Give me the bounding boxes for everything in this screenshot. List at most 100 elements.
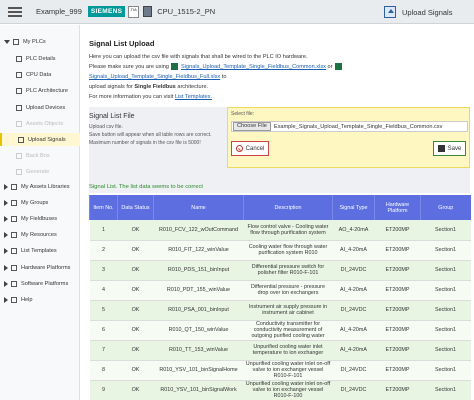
intro-line-2: Please make sure you are using Signals_U… [89, 62, 469, 82]
details-icon [16, 55, 22, 62]
table-cell: OK [117, 240, 154, 261]
table-row: 1 OK R010_FCV_122_wOutCommand Flow control … [89, 220, 471, 241]
sidebar-item-my-plcs[interactable]: My PLCs [0, 35, 80, 48]
file-input[interactable]: Choose File Example_Signals_Upload_Templ… [231, 121, 468, 132]
table-cell: 2 [89, 240, 118, 261]
table-cell: AO_4-20mA [332, 220, 375, 241]
file-panel-title: Signal List File [89, 113, 135, 120]
column-header[interactable]: Data Status [117, 195, 154, 220]
sidebar-item-plc-details[interactable]: PLC Details [0, 52, 80, 65]
sidebar-item-label: My PLCs [23, 38, 46, 45]
cpu-name[interactable]: CPU_1515-2_PN [157, 7, 215, 16]
table-cell: Differential pressure switch for polishe… [243, 260, 333, 281]
sidebar-item-cpu-data[interactable]: CPU Data [0, 68, 80, 81]
table-cell: OK [117, 300, 154, 321]
table-header-row: Item No. Data Status Name Description Signal… [89, 195, 471, 220]
cancel-icon [235, 145, 243, 152]
chevron-right-icon [4, 183, 8, 190]
template-common-link[interactable]: Signals_Upload_Template_Single_Fieldbus_… [181, 64, 326, 70]
table-cell: DI_24VDC [332, 380, 375, 400]
project-name[interactable]: Example_999 [36, 7, 82, 16]
table-row: 2 OK R010_FIT_122_winValue Cooling water fl… [89, 240, 471, 261]
selected-file-name: Example_Signals_Upload_Template_Single_F… [273, 123, 443, 130]
software-icon [11, 280, 17, 287]
sidebar-item-software-platforms[interactable]: Software Platforms [0, 277, 80, 290]
table-cell: Unpurified cooling water inlet on-off va… [243, 380, 333, 400]
sidebar: My PLCs PLC Details CPU Data PLC Architectu… [0, 25, 80, 400]
sidebar-item-label: Assets Objects [26, 120, 64, 127]
table-cell: OK [117, 280, 154, 301]
plc-icon [13, 38, 19, 45]
cpu-icon [16, 71, 22, 78]
table-cell: Unpurified cooling water inlet on-off va… [243, 360, 333, 381]
sidebar-item-my-groups[interactable]: My Groups [0, 196, 80, 209]
table-cell: OK [117, 340, 154, 361]
hardware-icon [11, 264, 17, 271]
table-cell: R010_QT_150_winValue [153, 320, 244, 341]
file-panel: Signal List File Upload csv file. Save b… [89, 107, 470, 193]
sidebar-item-plc-architecture[interactable]: PLC Architecture [0, 84, 80, 97]
chevron-right-icon [4, 296, 8, 303]
table-row: 5 OK R010_PSA_001_binInput Instrument air s… [89, 300, 471, 321]
sidebar-item-upload-signals[interactable]: Upload Signals [0, 133, 80, 146]
sidebar-item-back-box: Back Box [0, 149, 80, 162]
table-cell: ET200MP [374, 260, 421, 281]
table-cell: Section1 [420, 220, 471, 241]
table-cell: Conductivity transmitter for conductivit… [243, 320, 333, 341]
intro-line-4: For more information you can visit List … [89, 92, 469, 102]
table-cell: Section1 [420, 300, 471, 321]
column-header[interactable]: Name [153, 195, 244, 220]
sidebar-item-list-templates[interactable]: List Templates [0, 244, 80, 257]
column-header[interactable]: Hardware Platform [374, 195, 421, 220]
architecture-icon [16, 87, 22, 94]
siemens-logo: SIEMENS [87, 6, 126, 17]
sidebar-item-my-assets-libraries[interactable]: My Assets Libraries [0, 180, 80, 193]
table-cell: ET200MP [374, 280, 421, 301]
sidebar-item-help[interactable]: Help [0, 293, 80, 306]
column-header[interactable]: Item No. [89, 195, 118, 220]
sidebar-item-hardware-platforms[interactable]: Hardware Platforms [0, 261, 80, 274]
desc-line: Upload csv file. [89, 124, 123, 130]
chevron-right-icon [4, 247, 8, 254]
column-header[interactable]: Description [243, 195, 333, 220]
table-cell: OK [117, 260, 154, 281]
sidebar-item-label: My Fieldbuses [21, 215, 58, 222]
resources-icon [11, 231, 17, 238]
save-button[interactable]: Save [433, 141, 466, 156]
table-cell: Section1 [420, 280, 471, 301]
chevron-right-icon [4, 280, 8, 287]
sidebar-item-label: My Groups [21, 199, 49, 206]
sidebar-item-label: My Resources [21, 231, 57, 238]
table-cell: 1 [89, 220, 118, 241]
table-cell: ET200MP [374, 220, 421, 241]
objects-icon [16, 120, 22, 127]
library-icon [11, 183, 17, 190]
column-header[interactable]: Signal Type [332, 195, 375, 220]
template-full-link[interactable]: Signals_Upload_Template_Single_Fieldbus_… [89, 74, 220, 80]
chevron-right-icon [4, 215, 8, 222]
sidebar-item-my-fieldbuses[interactable]: My Fieldbuses [0, 212, 80, 225]
table-row: 3 OK R010_PDS_151_binInput Differential pre… [89, 260, 471, 281]
table-cell: ET200MP [374, 320, 421, 341]
table-cell: ET200MP [374, 300, 421, 321]
table-cell: 9 [89, 380, 118, 400]
table-cell: 5 [89, 300, 118, 321]
sidebar-item-label: Software Platforms [21, 280, 69, 287]
upload-signals-icon [18, 136, 24, 143]
table-cell: AI_4-20mA [332, 340, 375, 361]
table-cell: Section1 [420, 240, 471, 261]
sidebar-item-upload-devices[interactable]: Upload Devices [0, 101, 80, 114]
list-templates-link[interactable]: List Templates. [175, 94, 212, 100]
column-header[interactable]: Group [420, 195, 471, 220]
desc-line: Maximum number of signals in the csv fil… [89, 140, 201, 146]
chevron-right-icon [4, 199, 8, 206]
menu-icon[interactable] [8, 6, 22, 17]
choose-file-button[interactable]: Choose File [233, 122, 271, 131]
cancel-button[interactable]: Cancel [231, 141, 269, 156]
table-cell: Section1 [420, 340, 471, 361]
table-cell: Differential pressure - pressure drop ov… [243, 280, 333, 301]
sidebar-item-my-resources[interactable]: My Resources [0, 228, 80, 241]
upload-icon [16, 104, 22, 111]
table-cell: DI_24VDC [332, 300, 375, 321]
cancel-label: Cancel [245, 145, 265, 152]
